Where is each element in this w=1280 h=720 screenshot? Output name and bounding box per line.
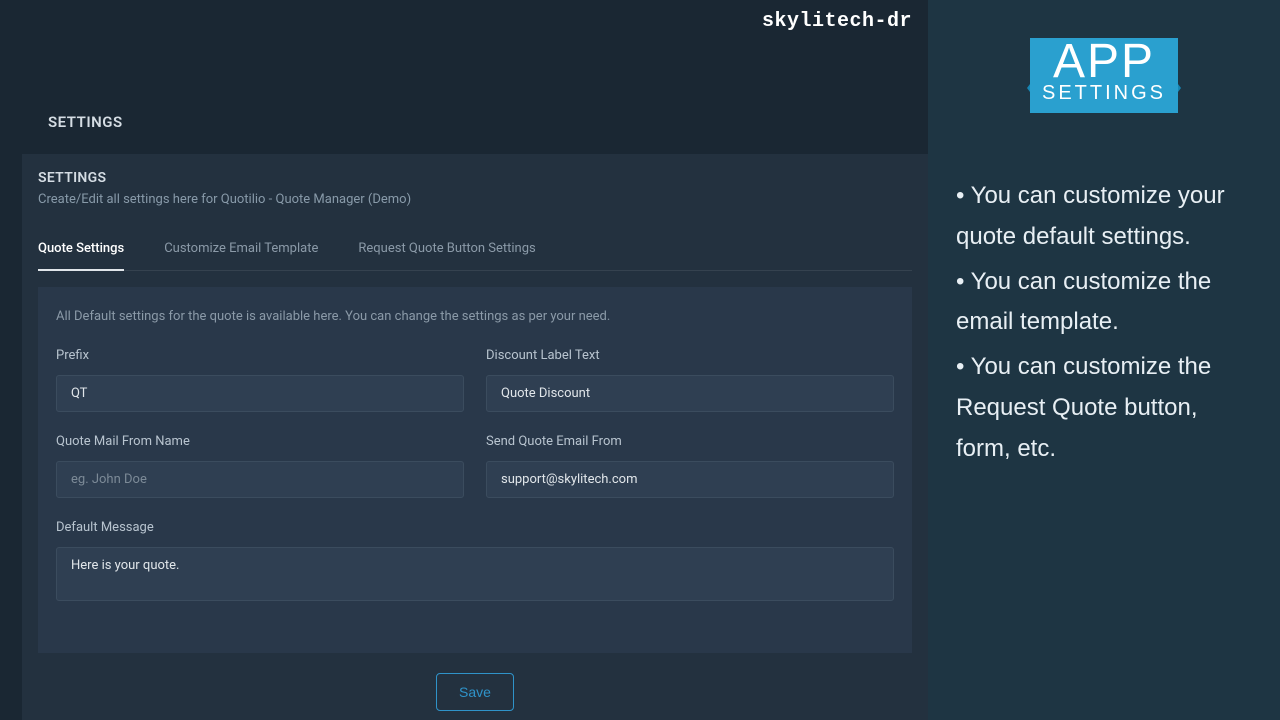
tabs-bar: Quote Settings Customize Email Template … bbox=[38, 235, 912, 271]
default-message-textarea[interactable] bbox=[56, 547, 894, 601]
tab-quote-settings[interactable]: Quote Settings bbox=[38, 235, 124, 270]
info-bullet-3: • You can customize the Request Quote bu… bbox=[956, 347, 1252, 469]
settings-card: SETTINGS Create/Edit all settings here f… bbox=[22, 154, 928, 720]
quote-mail-from-name-label: Quote Mail From Name bbox=[56, 434, 464, 449]
default-message-label: Default Message bbox=[56, 520, 894, 535]
app-frame: skylitech-dr SETTINGS SETTINGS Create/Ed… bbox=[0, 0, 928, 720]
brand-text: skylitech-dr bbox=[762, 10, 912, 33]
quote-settings-panel: All Default settings for the quote is av… bbox=[38, 287, 912, 653]
save-button[interactable]: Save bbox=[436, 673, 514, 711]
discount-label-text-input[interactable] bbox=[486, 375, 894, 412]
prefix-input[interactable] bbox=[56, 375, 464, 412]
tab-customize-email-template[interactable]: Customize Email Template bbox=[164, 235, 318, 270]
info-panel: APP SETTINGS • You can customize your qu… bbox=[928, 0, 1280, 720]
discount-label-text-label: Discount Label Text bbox=[486, 348, 894, 363]
prefix-label: Prefix bbox=[56, 348, 464, 363]
panel-description: All Default settings for the quote is av… bbox=[56, 309, 894, 324]
info-bullet-2: • You can customize the email template. bbox=[956, 262, 1252, 344]
card-title: SETTINGS bbox=[38, 170, 912, 186]
info-bullets: • You can customize your quote default s… bbox=[956, 176, 1252, 470]
tab-request-quote-button-settings[interactable]: Request Quote Button Settings bbox=[358, 235, 535, 270]
badge-title: APP bbox=[1042, 38, 1166, 86]
send-quote-email-from-input[interactable] bbox=[486, 461, 894, 498]
send-quote-email-from-label: Send Quote Email From bbox=[486, 434, 894, 449]
info-bullet-1: • You can customize your quote default s… bbox=[956, 176, 1252, 258]
card-subtitle: Create/Edit all settings here for Quotil… bbox=[38, 192, 912, 207]
app-settings-badge: APP SETTINGS bbox=[956, 38, 1252, 116]
quote-mail-from-name-input[interactable] bbox=[56, 461, 464, 498]
page-title: SETTINGS bbox=[48, 113, 123, 131]
badge-subtitle: SETTINGS bbox=[1042, 82, 1166, 105]
